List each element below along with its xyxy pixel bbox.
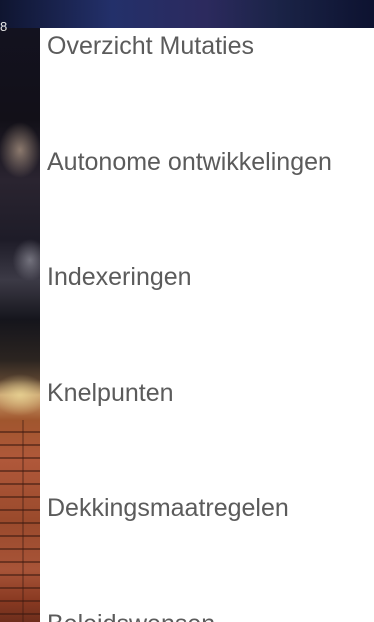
menu-item-overzicht-mutaties[interactable]: Overzicht Mutaties <box>47 28 374 68</box>
navigation-drawer: Overzicht Mutaties Autonome ontwikkeling… <box>40 28 374 622</box>
background-corner-text: 8 <box>0 19 8 34</box>
menu-item-knelpunten[interactable]: Knelpunten <box>47 371 374 415</box>
app-screen: 8 Overzicht Mutaties Autonome ontwikkeli… <box>0 0 374 622</box>
menu-item-autonome-ontwikkelingen[interactable]: Autonome ontwikkelingen <box>47 140 374 184</box>
background-top-strip <box>0 0 374 28</box>
menu-item-indexeringen[interactable]: Indexeringen <box>47 255 374 299</box>
menu-item-beleidswensen[interactable]: Beleidswensen <box>47 602 374 622</box>
menu-item-dekkingsmaatregelen[interactable]: Dekkingsmaatregelen <box>47 486 374 530</box>
